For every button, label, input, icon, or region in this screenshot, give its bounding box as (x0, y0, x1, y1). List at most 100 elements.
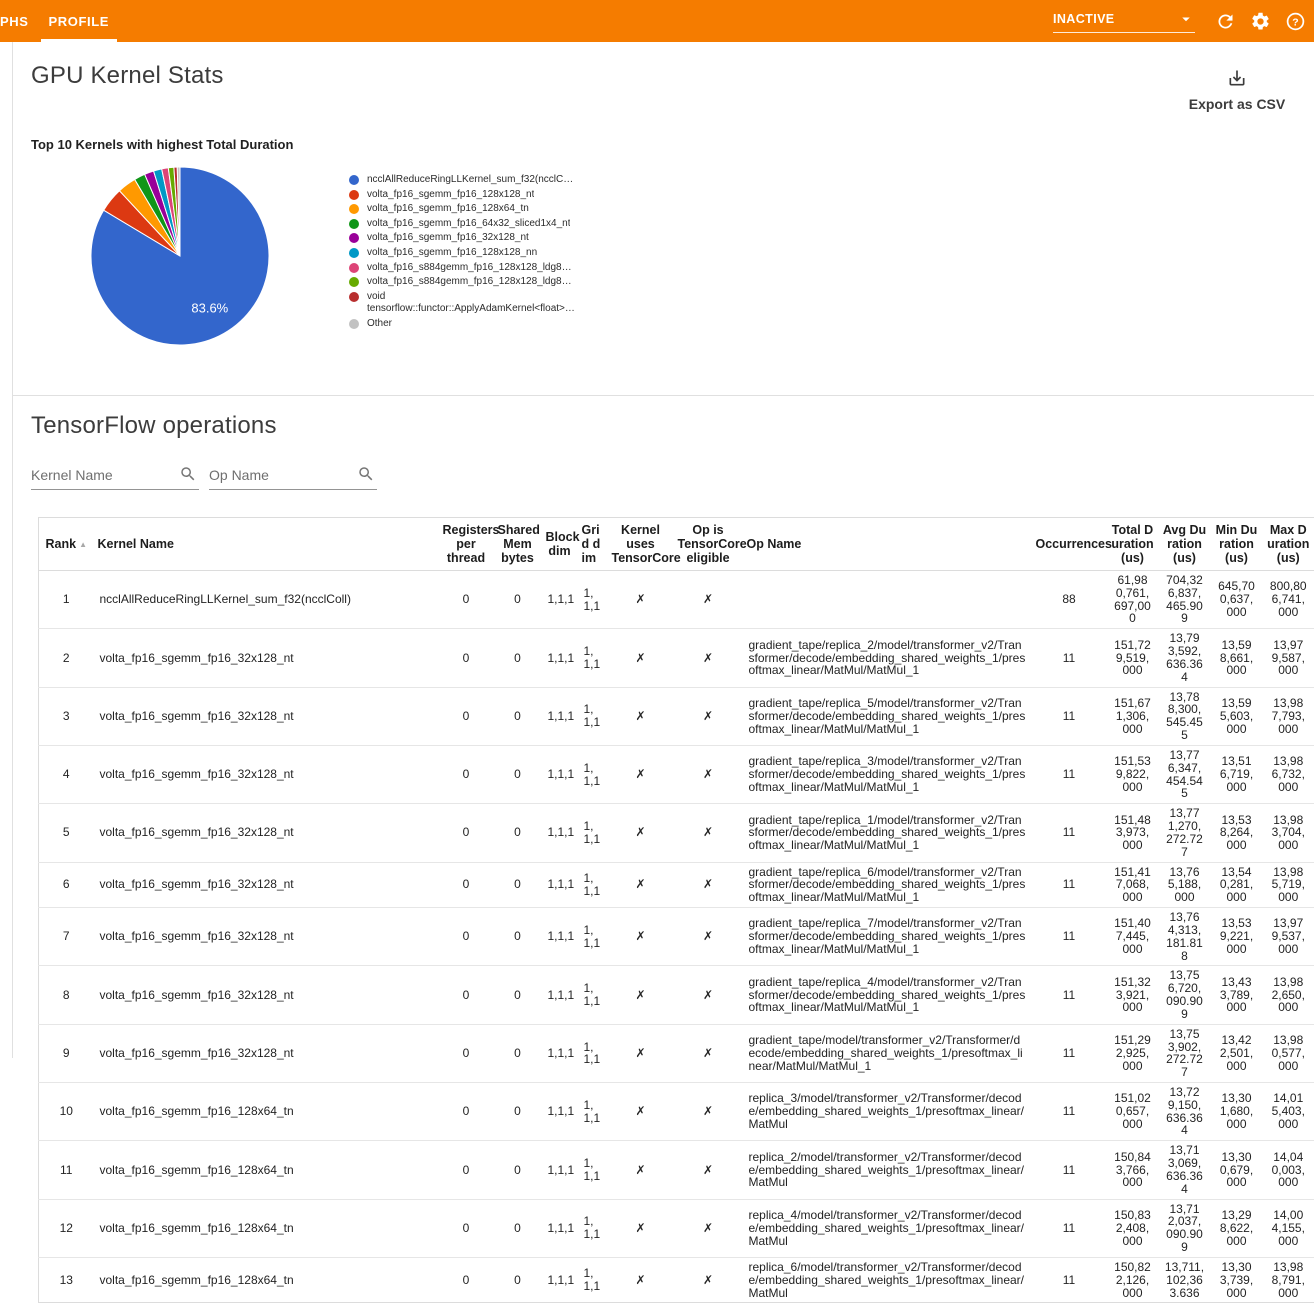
cell-max: 13,988,791,000 (1263, 1257, 1314, 1302)
cell-occurrences: 11 (1032, 804, 1107, 862)
cell-registers: 0 (439, 804, 494, 862)
legend-color-dot (349, 233, 359, 243)
cell-rank: 11 (39, 1141, 94, 1199)
legend-color-dot (349, 219, 359, 229)
col-header-registers[interactable]: Registers per thread (439, 518, 494, 571)
kernel-name-input[interactable] (31, 464, 199, 490)
cell-registers: 0 (439, 908, 494, 966)
legend-color-dot (349, 175, 359, 185)
col-header-shared[interactable]: Shared Mem bytes (494, 518, 542, 571)
cell-occurrences: 11 (1032, 745, 1107, 803)
col-header-min[interactable]: Min Duration (us) (1211, 518, 1263, 571)
cell-shared: 0 (494, 966, 542, 1024)
cell-grid: 1,1,1 (578, 1199, 608, 1257)
cell-avg: 13,788,300,545.455 (1159, 687, 1211, 745)
export-csv-button[interactable]: Export as CSV (1182, 68, 1292, 112)
col-header-kernel[interactable]: Kernel Name (94, 518, 439, 571)
table-row: 2volta_fp16_sgemm_fp16_32x128_nt001,1,11… (39, 629, 1314, 687)
cell-kernel: volta_fp16_sgemm_fp16_32x128_nt (94, 966, 439, 1024)
cell-min: 13,598,661,000 (1211, 629, 1263, 687)
table-row: 6volta_fp16_sgemm_fp16_32x128_nt001,1,11… (39, 862, 1314, 907)
cell-tc_eligible: ✗ (674, 1257, 743, 1302)
run-selector-dropdown[interactable]: INACTIVE (1053, 10, 1195, 33)
cell-registers: 0 (439, 1024, 494, 1082)
cell-registers: 0 (439, 1141, 494, 1199)
refresh-icon[interactable] (1215, 11, 1236, 32)
legend-label: volta_fp16_sgemm_fp16_64x32_sliced1x4_nt (367, 218, 570, 231)
cell-avg: 704,326,837,465.909 (1159, 571, 1211, 629)
cell-uses_tc: ✗ (608, 966, 674, 1024)
tab-graphs[interactable]: PHS (0, 0, 37, 42)
cell-grid: 1,1,1 (578, 804, 608, 862)
cell-kernel: volta_fp16_sgemm_fp16_32x128_nt (94, 908, 439, 966)
col-header-grid[interactable]: Grid dim (578, 518, 608, 571)
cell-avg: 13,765,188,000 (1159, 862, 1211, 907)
col-header-max[interactable]: Max Duration (us) (1263, 518, 1314, 571)
cell-op: gradient_tape/model/transformer_v2/Trans… (743, 1024, 1032, 1082)
cell-avg: 13,771,270,272.727 (1159, 804, 1211, 862)
cell-block: 1,1,1 (542, 571, 578, 629)
cell-uses_tc: ✗ (608, 571, 674, 629)
cell-min: 13,540,281,000 (1211, 862, 1263, 907)
page-title: GPU Kernel Stats (31, 62, 1294, 90)
tab-profile[interactable]: PROFILE (41, 0, 118, 42)
cell-shared: 0 (494, 1257, 542, 1302)
cell-registers: 0 (439, 687, 494, 745)
table-row: 12volta_fp16_sgemm_fp16_128x64_tn001,1,1… (39, 1199, 1314, 1257)
export-csv-label: Export as CSV (1182, 96, 1292, 112)
table-row: 11volta_fp16_sgemm_fp16_128x64_tn001,1,1… (39, 1141, 1314, 1199)
table-row: 3volta_fp16_sgemm_fp16_32x128_nt001,1,11… (39, 687, 1314, 745)
cell-kernel: volta_fp16_sgemm_fp16_128x64_tn (94, 1141, 439, 1199)
col-header-op[interactable]: Op Name (743, 518, 1032, 571)
cell-tc_eligible: ✗ (674, 1199, 743, 1257)
cell-avg: 13,756,720,090.909 (1159, 966, 1211, 1024)
cell-avg: 13,712,037,090.909 (1159, 1199, 1211, 1257)
cell-kernel: volta_fp16_sgemm_fp16_32x128_nt (94, 1024, 439, 1082)
cell-uses_tc: ✗ (608, 1257, 674, 1302)
cell-grid: 1,1,1 (578, 908, 608, 966)
search-icon[interactable] (179, 465, 197, 483)
cell-kernel: volta_fp16_sgemm_fp16_128x64_tn (94, 1257, 439, 1302)
cell-max: 14,040,003,000 (1263, 1141, 1314, 1199)
col-header-tc_eligible[interactable]: Op is TensorCore eligible (674, 518, 743, 571)
cell-op: replica_4/model/transformer_v2/Transform… (743, 1199, 1032, 1257)
cell-registers: 0 (439, 1082, 494, 1140)
cell-grid: 1,1,1 (578, 571, 608, 629)
legend-color-dot (349, 248, 359, 258)
legend-item: volta_fp16_sgemm_fp16_128x128_nt (349, 189, 574, 202)
cell-uses_tc: ✗ (608, 804, 674, 862)
search-icon[interactable] (357, 465, 375, 483)
cell-kernel: volta_fp16_sgemm_fp16_32x128_nt (94, 629, 439, 687)
legend-color-dot (349, 277, 359, 287)
cell-total: 61,980,761,697,000 (1107, 571, 1159, 629)
legend-item: volta_fp16_sgemm_fp16_64x32_sliced1x4_nt (349, 218, 574, 231)
app-bar: PHS PROFILE INACTIVE ? (0, 0, 1314, 42)
cell-total: 151,407,445,000 (1107, 908, 1159, 966)
chevron-down-icon (1177, 10, 1195, 28)
cell-avg: 13,713,069,636.364 (1159, 1141, 1211, 1199)
help-icon[interactable]: ? (1285, 11, 1306, 32)
cell-op: replica_2/model/transformer_v2/Transform… (743, 1141, 1032, 1199)
cell-avg: 13,711,102,363.636 (1159, 1257, 1211, 1302)
col-header-total[interactable]: Total Duration (us) (1107, 518, 1159, 571)
cell-uses_tc: ✗ (608, 1141, 674, 1199)
op-name-input[interactable] (209, 464, 377, 490)
col-header-rank[interactable]: Rank▲ (39, 518, 94, 571)
cell-grid: 1,1,1 (578, 1082, 608, 1140)
cell-grid: 1,1,1 (578, 629, 608, 687)
col-header-uses_tc[interactable]: Kernel uses TensorCore (608, 518, 674, 571)
cell-occurrences: 11 (1032, 687, 1107, 745)
download-icon (1227, 68, 1247, 88)
legend-color-dot (349, 204, 359, 214)
cell-uses_tc: ✗ (608, 629, 674, 687)
cell-occurrences: 11 (1032, 1141, 1107, 1199)
col-header-avg[interactable]: Avg Duration (us) (1159, 518, 1211, 571)
col-header-occurrences[interactable]: Occurrences (1032, 518, 1107, 571)
table-row: 13volta_fp16_sgemm_fp16_128x64_tn001,1,1… (39, 1257, 1314, 1302)
col-header-block[interactable]: Block dim (542, 518, 578, 571)
cell-rank: 13 (39, 1257, 94, 1302)
table-row: 8volta_fp16_sgemm_fp16_32x128_nt001,1,11… (39, 966, 1314, 1024)
cell-max: 13,987,793,000 (1263, 687, 1314, 745)
gear-icon[interactable] (1250, 11, 1271, 32)
cell-min: 645,700,637,000 (1211, 571, 1263, 629)
